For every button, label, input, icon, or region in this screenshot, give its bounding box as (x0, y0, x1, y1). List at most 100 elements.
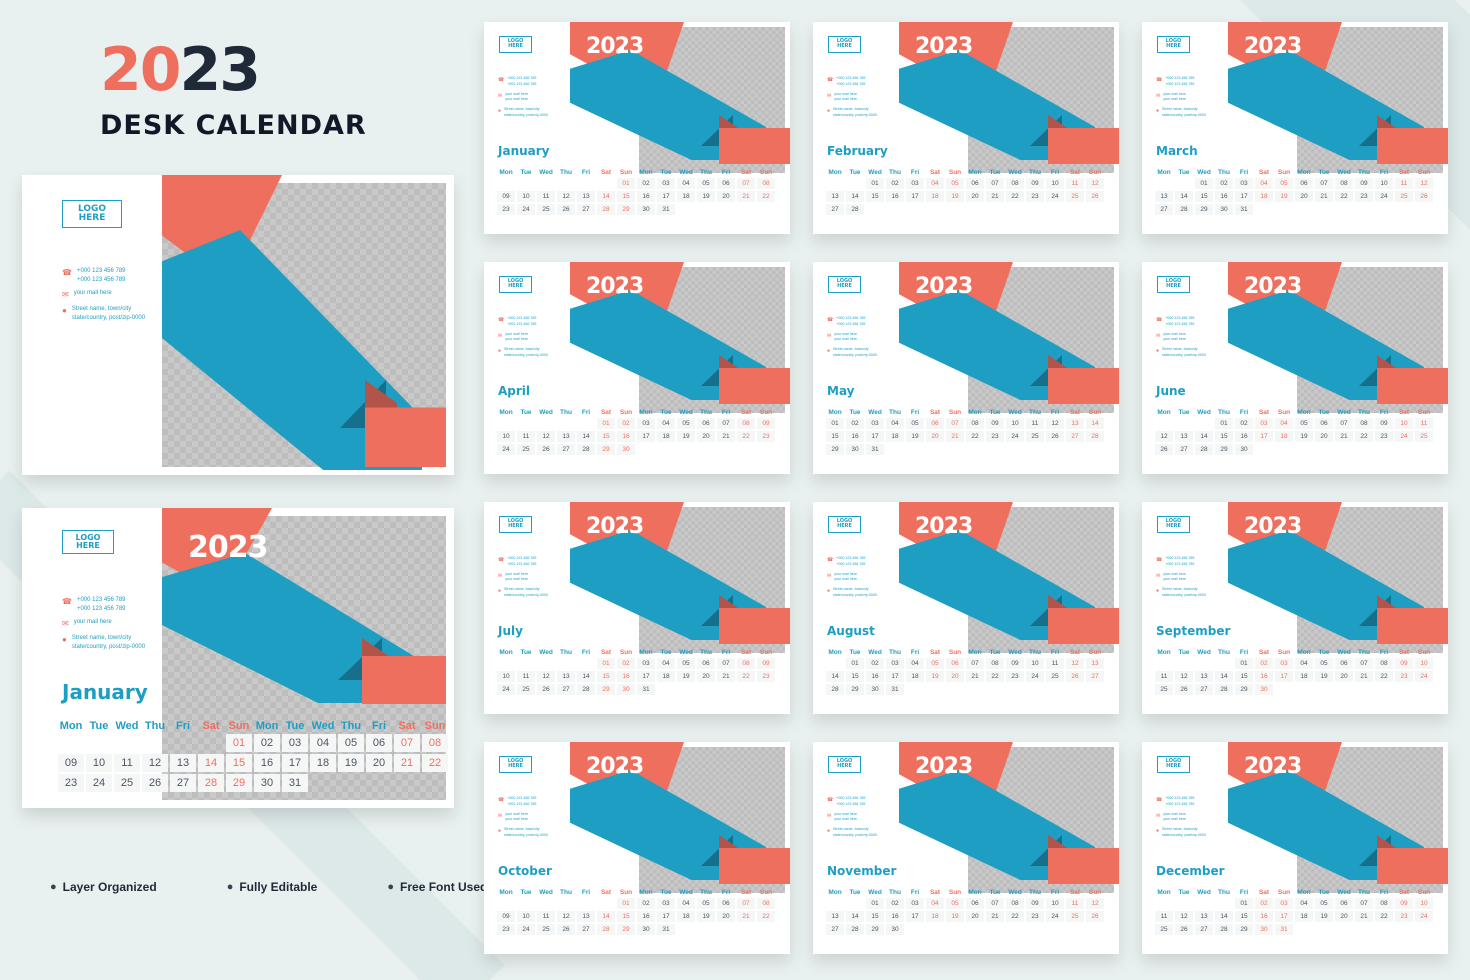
month-contact-info: ☎ +000 123 456 789 +000 123 456 789 ✉ your m… (1156, 796, 1206, 837)
brand-year: 2023 (100, 40, 430, 100)
location-pin-icon: ● (62, 635, 67, 644)
january-contact-mail-row: ✉ your mail here (62, 619, 112, 628)
mail-icon: ✉ (1156, 332, 1161, 339)
january-contact-address-row: ● Street name, town/city state/country, p… (62, 635, 146, 650)
month-year: 2023 (1244, 34, 1302, 59)
phone-icon: ☎ (827, 557, 834, 563)
phone-icon: ☎ (498, 77, 505, 83)
month-card-august: LOGO HERE 2023 ☎ +000 123 456 789 +000 123 45… (813, 502, 1119, 714)
bullet-icon: ● (50, 881, 57, 893)
january-page-card: LOGO HERE 2023 ☎ +000 123 456 789 +000 12… (22, 508, 454, 808)
month-year: 2023 (1244, 754, 1302, 779)
month-card-april: LOGO HERE 2023 ☎ +000 123 456 789 +000 123 45… (484, 262, 790, 474)
month-year: 2023 (586, 274, 644, 299)
phone-icon: ☎ (1156, 317, 1163, 323)
mail-icon: ✉ (1156, 572, 1161, 579)
contact-address-text: Street name, town/city state/country, pos… (71, 306, 146, 321)
contact-address-row: ● Street name, town/city state/country, p… (62, 305, 192, 323)
month-logo-line-2: HERE (508, 43, 523, 50)
mail-icon: ✉ (827, 332, 832, 339)
month-coral-strip (1377, 128, 1448, 164)
month-logo-line-2: HERE (837, 763, 852, 770)
month-card-december: LOGO HERE 2023 ☎ +000 123 456 789 +000 123 45… (1142, 742, 1448, 954)
month-card-june: LOGO HERE 2023 ☎ +000 123 456 789 +000 123 45… (1142, 262, 1448, 474)
month-title: July (498, 624, 523, 638)
month-logo-placeholder: LOGO HERE (828, 276, 861, 293)
january-contact-phone-row: ☎ +000 123 456 789 +000 123 456 789 (62, 597, 126, 612)
month-logo-placeholder: LOGO HERE (828, 516, 861, 533)
month-logo-line-2: HERE (508, 283, 523, 290)
january-logo-placeholder: LOGO HERE (62, 530, 114, 554)
month-year: 2023 (915, 514, 973, 539)
month-contact-info: ☎ +000 123 456 789 +000 123 456 789 ✉ your m… (498, 796, 548, 837)
contact-mail-text: your mail here (73, 290, 112, 296)
month-title: May (827, 384, 855, 398)
month-card-february: LOGO HERE 2023 ☎ +000 123 456 789 +000 123 45… (813, 22, 1119, 234)
month-card-january: LOGO HERE 2023 ☎ +000 123 456 789 +000 123 45… (484, 22, 790, 234)
month-logo-line-2: HERE (1166, 763, 1181, 770)
month-calendar-grid: Mon Tue Wed Thu Fri Sat Sun Mon Tue Wed Thu Fri Sat S… (824, 887, 1106, 937)
bullet-icon: ● (387, 881, 395, 893)
feature-item: ● Layer Organized (50, 880, 157, 894)
month-contact-info: ☎ +000 123 456 789 +000 123 456 789 ✉ your m… (1156, 316, 1206, 357)
month-logo-line-2: HERE (837, 43, 852, 50)
month-logo-placeholder: LOGO HERE (1157, 276, 1190, 293)
month-coral-strip (1048, 368, 1119, 404)
contact-phone-row: ☎ +000 123 456 789 +000 123 456 789 (62, 267, 192, 285)
month-logo-line-2: HERE (508, 763, 523, 770)
location-pin-icon: ● (1156, 108, 1160, 114)
location-pin-icon: ● (827, 588, 831, 594)
month-title: April (498, 384, 531, 398)
month-year: 2023 (586, 514, 644, 539)
month-coral-strip (1048, 848, 1119, 884)
month-year: 2023 (915, 34, 973, 59)
month-title: October (498, 864, 552, 878)
phone-icon: ☎ (1156, 797, 1163, 803)
month-calendar-grid: Mon Tue Wed Thu Fri Sat Sun Mon Tue Wed Thu Fri Sat S… (1153, 167, 1435, 217)
month-year: 2023 (586, 754, 644, 779)
month-calendar-grid: Mon Tue Wed Thu Fri Sat Sun Mon Tue Wed Thu Fri Sat S… (1153, 887, 1435, 937)
month-card-march: LOGO HERE 2023 ☎ +000 123 456 789 +000 123 45… (1142, 22, 1448, 234)
phone-icon: ☎ (62, 597, 72, 606)
month-logo-placeholder: LOGO HERE (499, 756, 532, 773)
month-coral-strip (1377, 848, 1448, 884)
logo-placeholder: LOGO HERE (62, 200, 122, 228)
month-logo-placeholder: LOGO HERE (828, 756, 861, 773)
bullet-icon: ● (226, 881, 234, 893)
month-logo-line-2: HERE (837, 523, 852, 530)
month-title: September (1156, 624, 1231, 638)
phone-icon: ☎ (62, 268, 72, 277)
month-logo-line-2: HERE (1166, 283, 1181, 290)
logo-line-2: HERE (78, 213, 106, 224)
location-pin-icon: ● (827, 108, 831, 114)
location-pin-icon: ● (498, 348, 502, 354)
january-logo-line-2: HERE (76, 541, 100, 551)
month-calendar-grid: Mon Tue Wed Thu Fri Sat Sun Mon Tue Wed Thu Fri Sat S… (1153, 407, 1435, 457)
month-logo-line-2: HERE (1166, 523, 1181, 530)
mail-icon: ✉ (827, 572, 832, 579)
month-year: 2023 (586, 34, 644, 59)
month-contact-info: ☎ +000 123 456 789 +000 123 456 789 ✉ your m… (1156, 556, 1206, 597)
mail-icon: ✉ (498, 332, 503, 339)
mail-icon: ✉ (498, 92, 503, 99)
month-coral-strip (719, 608, 790, 644)
phone-icon: ☎ (498, 557, 505, 563)
location-pin-icon: ● (62, 306, 67, 315)
location-pin-icon: ● (498, 108, 502, 114)
brand-year-part1: 20 (100, 35, 181, 105)
month-calendar-grid: Mon Tue Wed Thu Fri Sat Sun Mon Tue Wed Thu Fri Sat S… (495, 647, 777, 697)
month-contact-info: ☎ +000 123 456 789 +000 123 456 789 ✉ your m… (827, 76, 877, 117)
month-coral-strip (719, 368, 790, 404)
month-title: June (1156, 384, 1186, 398)
phone-icon: ☎ (498, 797, 505, 803)
feature-item: ● Fully Editable (227, 880, 318, 894)
month-contact-info: ☎ +000 123 456 789 +000 123 456 789 ✉ your m… (827, 556, 877, 597)
brand-year-part2: 23 (179, 35, 261, 105)
month-logo-line-2: HERE (1166, 43, 1181, 50)
month-title: December (1156, 864, 1225, 878)
month-title: February (827, 144, 888, 158)
location-pin-icon: ● (827, 348, 831, 354)
month-year: 2023 (1244, 514, 1302, 539)
month-year: 2023 (915, 754, 973, 779)
mail-icon: ✉ (498, 812, 503, 819)
